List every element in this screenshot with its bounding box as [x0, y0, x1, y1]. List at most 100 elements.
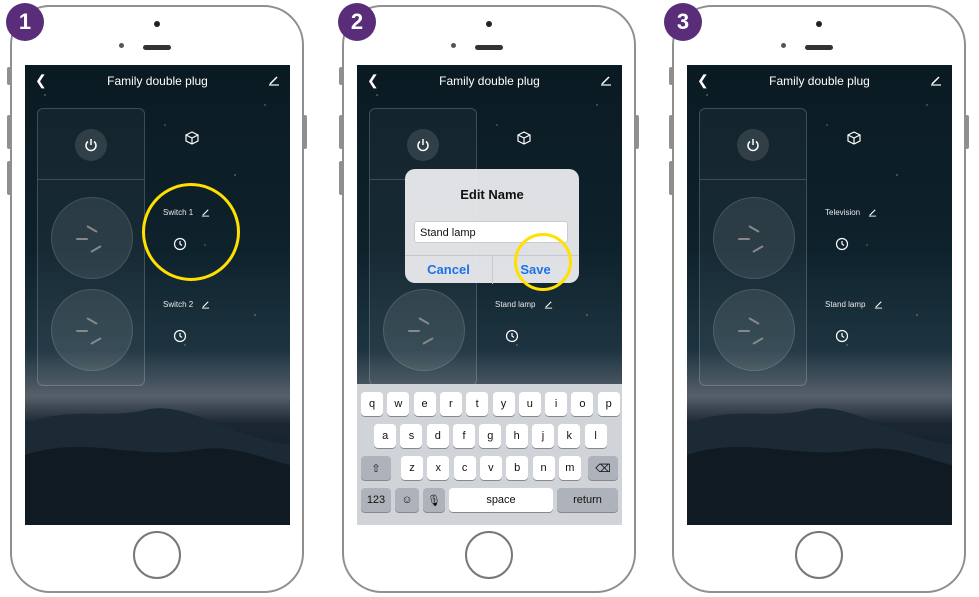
page-title: Family double plug [439, 74, 540, 88]
plug-panel [699, 108, 807, 386]
socket-pin [752, 245, 764, 253]
power-button[interactable] [737, 129, 769, 161]
delete-key[interactable]: ⌫ [588, 456, 618, 480]
pencil-icon[interactable] [600, 73, 612, 91]
shift-key[interactable]: ⇧ [361, 456, 391, 480]
socket-pin [748, 225, 760, 233]
key-u[interactable]: u [518, 392, 541, 416]
switch-label[interactable]: Switch 2 [163, 300, 210, 309]
home-button[interactable] [465, 531, 513, 579]
cube-icon[interactable] [847, 131, 861, 145]
key-k[interactable]: k [558, 424, 581, 448]
app-header: ❮ Family double plug [357, 65, 622, 95]
clock-icon[interactable] [835, 237, 849, 251]
app-screen: ❮ Family double plug Switch 1 Switch 2 [25, 65, 290, 525]
app-header: ❮ Family double plug [687, 65, 952, 95]
cube-icon[interactable] [517, 131, 531, 145]
power-button[interactable] [75, 129, 107, 161]
key-l[interactable]: l [584, 424, 607, 448]
key-a[interactable]: a [374, 424, 397, 448]
sensor [451, 43, 456, 48]
side-button [669, 115, 673, 149]
pencil-icon[interactable] [930, 73, 942, 91]
app-screen: ❮ Family double plug Stand lamp Edit Nam… [357, 65, 622, 525]
side-button [339, 161, 343, 195]
socket-pin [90, 245, 102, 253]
socket-2[interactable] [383, 289, 465, 371]
key-x[interactable]: x [427, 456, 450, 480]
switch-label[interactable]: Stand lamp [825, 300, 883, 309]
side-button [635, 115, 639, 149]
clock-icon[interactable] [835, 329, 849, 343]
cube-icon[interactable] [185, 131, 199, 145]
key-z[interactable]: z [401, 456, 423, 480]
earpiece-speaker [805, 45, 833, 50]
cancel-button[interactable]: Cancel [405, 256, 492, 284]
key-s[interactable]: s [400, 424, 423, 448]
sensor [781, 43, 786, 48]
socket-pin [738, 238, 750, 240]
key-d[interactable]: d [426, 424, 449, 448]
step-badge: 1 [6, 3, 44, 41]
pencil-icon[interactable] [544, 300, 553, 309]
microphone-key[interactable]: 🎙 [423, 488, 445, 512]
home-button[interactable] [795, 531, 843, 579]
power-button[interactable] [407, 129, 439, 161]
key-o[interactable]: o [571, 392, 594, 416]
clock-icon[interactable] [173, 329, 187, 343]
app-screen: ❮ Family double plug Television Stand la… [687, 65, 952, 525]
switch-name: Switch 2 [163, 300, 194, 309]
numbers-key[interactable]: 123 [361, 488, 391, 512]
key-c[interactable]: c [453, 456, 476, 480]
step-badge: 2 [338, 3, 376, 41]
socket-pin [422, 337, 434, 345]
key-y[interactable]: y [492, 392, 515, 416]
key-g[interactable]: g [479, 424, 502, 448]
socket-1[interactable] [713, 197, 795, 279]
side-button [669, 67, 673, 85]
key-h[interactable]: h [505, 424, 528, 448]
key-t[interactable]: t [466, 392, 489, 416]
phone-step-1: ❮ Family double plug Switch 1 Switch 2 [7, 5, 307, 593]
key-b[interactable]: b [506, 456, 529, 480]
key-v[interactable]: v [479, 456, 502, 480]
socket-pin [738, 330, 750, 332]
switch-label[interactable]: Stand lamp [495, 300, 553, 309]
key-p[interactable]: p [597, 392, 620, 416]
dialog-title: Edit Name [460, 187, 524, 202]
socket-pin [86, 317, 98, 325]
key-n[interactable]: n [532, 456, 555, 480]
key-i[interactable]: i [545, 392, 568, 416]
switch-label[interactable]: Television [825, 208, 877, 217]
pencil-icon[interactable] [268, 73, 280, 91]
emoji-key[interactable]: ☺ [395, 488, 419, 512]
pencil-icon[interactable] [868, 208, 877, 217]
sensor [119, 43, 124, 48]
key-j[interactable]: j [531, 424, 554, 448]
highlight-circle [514, 233, 572, 291]
socket-pin [408, 330, 420, 332]
key-r[interactable]: r [439, 392, 462, 416]
key-e[interactable]: e [413, 392, 436, 416]
socket-2[interactable] [51, 289, 133, 371]
key-f[interactable]: f [453, 424, 476, 448]
pencil-icon[interactable] [874, 300, 883, 309]
key-q[interactable]: q [361, 392, 383, 416]
switch-name: Stand lamp [495, 300, 536, 309]
app-header: ❮ Family double plug [25, 65, 290, 95]
side-button [303, 115, 307, 149]
return-key[interactable]: return [557, 488, 618, 512]
key-w[interactable]: w [387, 392, 410, 416]
switch-name: Television [825, 208, 861, 217]
socket-2[interactable] [713, 289, 795, 371]
socket-pin [748, 317, 760, 325]
socket-pin [76, 330, 88, 332]
home-button[interactable] [133, 531, 181, 579]
space-key[interactable]: space [449, 488, 553, 512]
front-camera [486, 21, 492, 27]
clock-icon[interactable] [505, 329, 519, 343]
pencil-icon[interactable] [201, 300, 210, 309]
mountain-silhouette [687, 408, 952, 525]
socket-1[interactable] [51, 197, 133, 279]
key-m[interactable]: m [558, 456, 581, 480]
